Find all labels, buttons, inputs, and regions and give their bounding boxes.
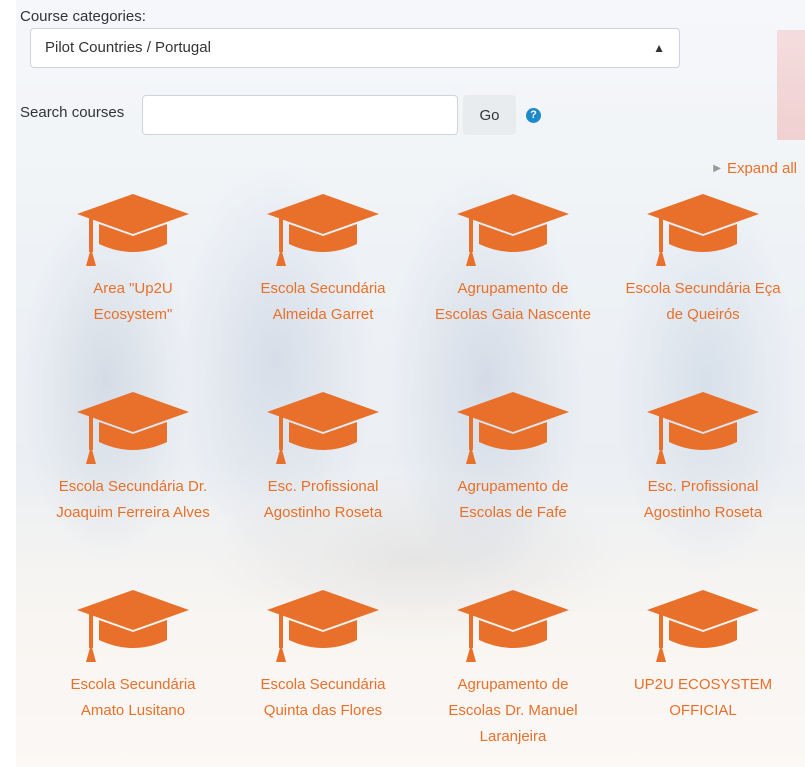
category-tile[interactable]: Escola Secundária Quinta das Flores — [228, 586, 418, 724]
category-tile[interactable]: Escola Secundária Amato Lusitano — [38, 586, 228, 724]
category-select-label: Course categories: — [20, 8, 146, 25]
graduation-cap-icon[interactable] — [418, 190, 608, 270]
category-link[interactable]: Escola Secundária Almeida Garret — [228, 276, 418, 328]
graduation-cap-icon[interactable] — [38, 388, 228, 468]
category-select-value: Pilot Countries / Portugal — [45, 39, 211, 56]
category-link[interactable]: Agrupamento de Escolas Dr. Manuel Laranj… — [418, 672, 608, 750]
category-select[interactable]: Pilot Countries / Portugal ▲︎ — [30, 28, 680, 68]
graduation-cap-icon[interactable] — [418, 586, 608, 666]
graduation-cap-icon[interactable] — [608, 586, 798, 666]
select-updown-icon: ▲︎ — [653, 41, 665, 55]
category-tile[interactable]: Agrupamento de Escolas Dr. Manuel Laranj… — [418, 586, 608, 750]
graduation-cap-icon[interactable] — [608, 388, 798, 468]
category-link[interactable]: Escola Secundária Dr. Joaquim Ferreira A… — [38, 474, 228, 526]
graduation-cap-icon[interactable] — [418, 388, 608, 468]
category-link[interactable]: Escola Secundária Amato Lusitano — [38, 672, 228, 724]
search-courses-label: Search courses — [20, 104, 125, 121]
category-tile[interactable]: Area "Up2U Ecosystem" — [38, 190, 228, 328]
search-courses-input[interactable] — [142, 95, 458, 135]
category-link[interactable]: Esc. Profissional Agostinho Roseta — [608, 474, 798, 526]
graduation-cap-icon[interactable] — [608, 190, 798, 270]
category-tile[interactable]: Esc. Profissional Agostinho Roseta — [608, 388, 798, 526]
expand-all-label: Expand all — [726, 160, 797, 177]
category-tile[interactable]: Escola Secundária Dr. Joaquim Ferreira A… — [38, 388, 228, 526]
category-link[interactable]: Escola Secundária Quinta das Flores — [228, 672, 418, 724]
category-tile[interactable]: UP2U ECOSYSTEM OFFICIAL — [608, 586, 798, 724]
course-category-page: Course categories: Pilot Countries / Por… — [0, 0, 805, 767]
category-tile[interactable]: Agrupamento de Escolas de Fafe — [418, 388, 608, 526]
triangle-right-icon: ▶ — [713, 163, 721, 174]
category-link[interactable]: UP2U ECOSYSTEM OFFICIAL — [608, 672, 798, 724]
graduation-cap-icon[interactable] — [38, 190, 228, 270]
graduation-cap-icon[interactable] — [228, 586, 418, 666]
category-tile[interactable]: Escola Secundária Almeida Garret — [228, 190, 418, 328]
category-link[interactable]: Agrupamento de Escolas Gaia Nascente — [418, 276, 608, 328]
category-link[interactable]: Agrupamento de Escolas de Fafe — [418, 474, 608, 526]
expand-all-link[interactable]: ▶ Expand all — [713, 160, 797, 177]
category-link[interactable]: Esc. Profissional Agostinho Roseta — [228, 474, 418, 526]
category-tile[interactable]: Agrupamento de Escolas Gaia Nascente — [418, 190, 608, 328]
category-link[interactable]: Escola Secundária Eça de Queirós — [608, 276, 798, 328]
help-icon[interactable]: ? — [526, 108, 541, 123]
graduation-cap-icon[interactable] — [38, 586, 228, 666]
graduation-cap-icon[interactable] — [228, 190, 418, 270]
graduation-cap-icon[interactable] — [228, 388, 418, 468]
go-button[interactable]: Go — [463, 95, 516, 135]
category-link[interactable]: Area "Up2U Ecosystem" — [38, 276, 228, 328]
category-tile[interactable]: Escola Secundária Eça de Queirós — [608, 190, 798, 328]
category-tile[interactable]: Esc. Profissional Agostinho Roseta — [228, 388, 418, 526]
